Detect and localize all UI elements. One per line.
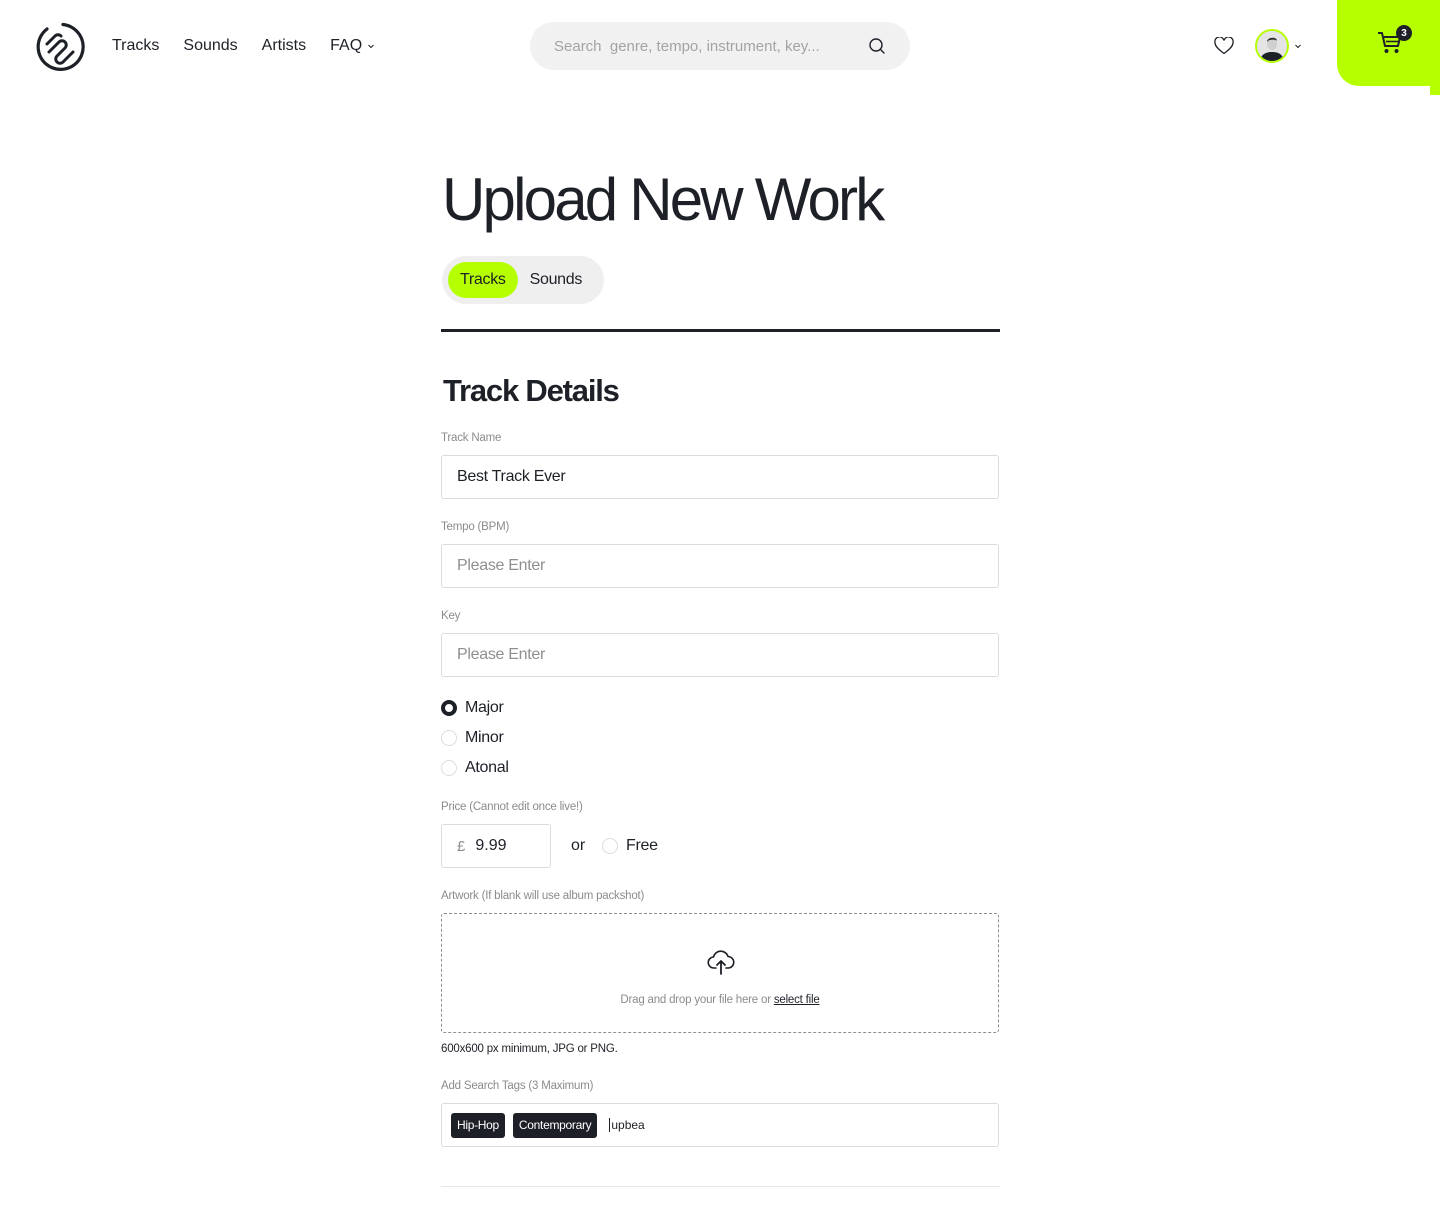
search-bar — [530, 22, 910, 70]
radio-atonal-label: Atonal — [465, 759, 509, 776]
key-field-wrap — [441, 633, 999, 677]
cloud-upload-icon — [707, 950, 735, 975]
tempo-label: Tempo (BPM) — [441, 521, 510, 533]
nav-sounds-label: Sounds — [183, 37, 238, 54]
nav-sounds[interactable]: Sounds — [183, 36, 237, 56]
search-input[interactable] — [554, 37, 860, 55]
track-name-field-wrap — [441, 455, 999, 499]
track-name-input[interactable] — [457, 468, 983, 486]
cart-count-badge: 3 — [1396, 25, 1412, 41]
radio-minor[interactable]: Minor — [441, 729, 504, 747]
radio-free[interactable]: Free — [602, 837, 658, 855]
account-chevron-down-icon[interactable] — [1294, 42, 1302, 50]
dropzone-instructions: Drag and drop your file here or — [620, 994, 774, 1006]
tags-field: Hip-Hop Contemporary — [441, 1103, 999, 1147]
tags-label: Add Search Tags (3 Maximum) — [441, 1080, 594, 1092]
artwork-label: Artwork (If blank will use album packsho… — [441, 890, 645, 902]
radio-free-label: Free — [626, 837, 658, 854]
heart-icon[interactable] — [1214, 37, 1234, 55]
tags-input[interactable] — [609, 1118, 989, 1132]
nav-faq-label: FAQ — [330, 37, 363, 54]
tab-sounds[interactable]: Sounds — [518, 262, 594, 298]
search-icon[interactable] — [868, 37, 886, 55]
or-text: or — [571, 837, 586, 854]
radio-minor-label: Minor — [465, 729, 504, 746]
artwork-dropzone[interactable]: Drag and drop your file here or select f… — [441, 913, 999, 1033]
select-file-link[interactable]: select file — [774, 994, 820, 1006]
track-name-label: Track Name — [441, 432, 502, 444]
cart-decoration — [1430, 86, 1440, 96]
tab-tracks[interactable]: Tracks — [448, 262, 518, 298]
dropzone-text: Drag and drop your file here or select f… — [442, 994, 998, 1006]
type-toggle: Tracks Sounds — [442, 256, 604, 304]
divider — [441, 329, 1000, 332]
radio-checked-icon — [441, 700, 457, 716]
nav-faq[interactable]: FAQ — [330, 36, 375, 56]
price-input[interactable] — [475, 837, 536, 855]
radio-major[interactable]: Major — [441, 699, 504, 717]
logo-icon[interactable] — [35, 22, 85, 72]
avatar-image — [1257, 31, 1287, 61]
radio-atonal[interactable]: Atonal — [441, 759, 509, 777]
nav-tracks[interactable]: Tracks — [112, 36, 159, 56]
page-title: Upload New Work — [442, 166, 885, 233]
nav-artists-label: Artists — [261, 37, 307, 54]
radio-unchecked-icon — [441, 730, 457, 746]
section-title: Track Details — [443, 373, 620, 408]
tempo-field-wrap — [441, 544, 999, 588]
nav-tracks-label: Tracks — [112, 37, 160, 54]
chevron-down-icon — [368, 44, 374, 49]
currency-symbol: £ — [457, 837, 466, 855]
tempo-input[interactable] — [457, 557, 983, 575]
main-nav: Tracks Sounds Artists FAQ — [112, 36, 399, 56]
radio-unchecked-icon — [441, 760, 457, 776]
tag-chip[interactable]: Hip-Hop — [451, 1112, 505, 1138]
tag-chip[interactable]: Contemporary — [512, 1112, 598, 1138]
artwork-hint: 600x600 px minimum, JPG or PNG. — [441, 1043, 618, 1055]
price-field-wrap: £ — [441, 824, 551, 868]
avatar[interactable] — [1255, 29, 1289, 63]
radio-major-label: Major — [465, 699, 504, 716]
radio-unchecked-icon — [602, 838, 618, 854]
site-header: Tracks Sounds Artists FAQ 3 — [0, 0, 1440, 96]
key-input[interactable] — [457, 646, 983, 664]
divider — [441, 1186, 1000, 1187]
key-label: Key — [441, 610, 461, 622]
price-label: Price (Cannot edit once live!) — [441, 801, 583, 813]
nav-artists[interactable]: Artists — [262, 36, 306, 56]
cart-button[interactable]: 3 — [1337, 0, 1440, 95]
